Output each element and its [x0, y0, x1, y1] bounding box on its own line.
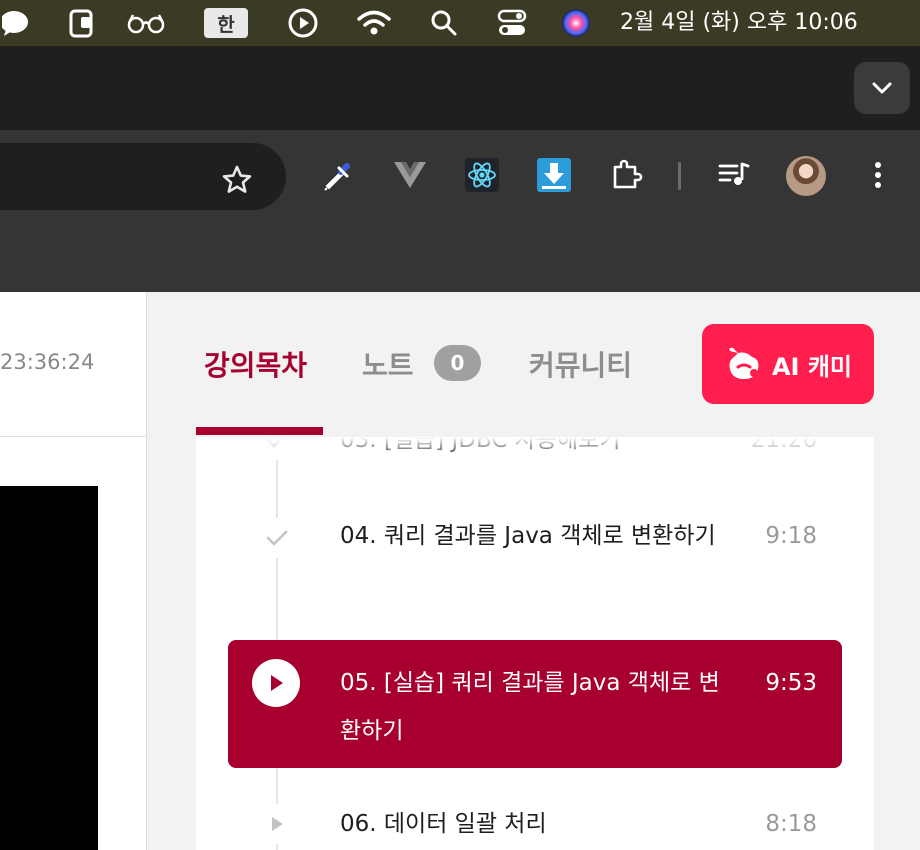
tab-notes[interactable]: 노트: [362, 344, 414, 384]
wifi-icon[interactable]: [354, 0, 394, 46]
ai-cami-button[interactable]: AI 캐미: [702, 324, 874, 404]
lecture-duration: 9:18: [765, 523, 817, 549]
input-source-label: 한: [204, 8, 248, 38]
siri-icon[interactable]: [556, 0, 596, 46]
address-bar[interactable]: [0, 143, 286, 210]
kebab-menu-icon[interactable]: [858, 155, 898, 195]
play-icon[interactable]: [252, 659, 300, 707]
play-circle-icon[interactable]: [283, 0, 323, 46]
lecture-title: 05. [실습] 쿼리 결과를 Java 객체로 변환하기: [340, 670, 720, 744]
browser-tab-strip: [0, 46, 920, 130]
messages-icon[interactable]: [0, 0, 34, 46]
menubar-clock[interactable]: 2월 4일 (화) 오후 10:06: [620, 0, 858, 46]
active-tab-indicator: [196, 427, 323, 435]
tab-curriculum[interactable]: 강의목차: [204, 344, 307, 384]
toolbar-divider: [678, 162, 681, 190]
lecture-list: 03. [실습] JDBC 사용해보기 21:26 04. 쿼리 결과를 Jav…: [196, 437, 874, 850]
video-player[interactable]: [0, 486, 98, 850]
vue-devtools-icon[interactable]: [390, 155, 430, 195]
curriculum-sidebar: 강의목차 노트 0 커뮤니티 AI 캐미 03. [실습] JDBC 사용해보기…: [147, 292, 920, 850]
lecture-duration: 9:53: [765, 670, 817, 696]
profile-avatar[interactable]: [786, 156, 826, 196]
browser-toolbar: [0, 130, 920, 292]
header-divider: [0, 436, 147, 437]
course-timestamp: 23:36:24: [0, 350, 95, 374]
react-devtools-icon[interactable]: [462, 155, 502, 195]
tab-search-button[interactable]: [854, 62, 910, 114]
tab-community[interactable]: 커뮤니티: [529, 344, 632, 384]
glasses-icon[interactable]: [124, 0, 168, 46]
media-queue-icon[interactable]: [714, 155, 754, 195]
control-center-icon[interactable]: [492, 0, 532, 46]
download-extension-icon[interactable]: [534, 155, 574, 195]
play-triangle-icon: [257, 804, 297, 844]
video-pane: 23:36:24: [0, 292, 147, 850]
ai-button-label: AI 캐미: [771, 352, 853, 381]
extensions-puzzle-icon[interactable]: [606, 155, 646, 195]
scroll-fade: [196, 437, 874, 459]
spotlight-search-icon[interactable]: [424, 0, 464, 46]
eyedropper-extension-icon[interactable]: [318, 155, 358, 195]
lecture-duration: 8:18: [765, 811, 817, 837]
clipboard-icon[interactable]: [62, 0, 102, 46]
mascot-icon: [729, 347, 759, 379]
bookmark-star-icon[interactable]: [217, 160, 257, 200]
notes-count-badge: 0: [434, 345, 481, 381]
input-source-indicator[interactable]: 한: [203, 0, 249, 46]
checkmark-icon: [257, 518, 297, 558]
chevron-down-icon: [872, 82, 892, 94]
macos-menubar: 한 2월 4일 (화) 오후 10:06: [0, 0, 920, 46]
lecture-title: 04. 쿼리 결과를 Java 객체로 변환하기: [340, 523, 716, 549]
lecture-title: 06. 데이터 일괄 처리: [340, 811, 547, 837]
